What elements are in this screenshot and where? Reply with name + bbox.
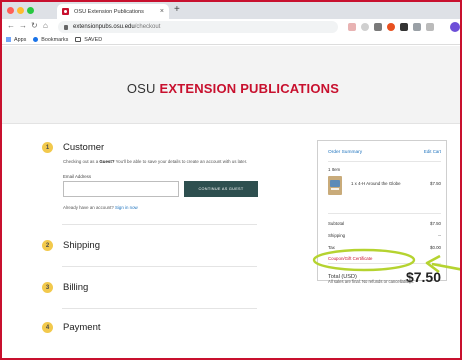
email-field[interactable] [63,181,179,197]
guest-note-suffix: You'll be able to save your details to c… [114,159,248,164]
extension-icon-2[interactable] [387,23,395,31]
browser-toolbar: ← → ↻ ⌂ extensionpubs.osu.edu /checkout [2,19,460,35]
step-payment-label: Payment [63,322,101,333]
back-icon[interactable]: ← [7,21,15,30]
tab-title: OSU Extension Publications [74,8,144,15]
step-customer: 1 Customer [42,142,104,153]
extension-icon-5[interactable] [426,23,434,31]
app-frame: OSU Extension Publications × + ← → ↻ ⌂ e… [0,0,462,360]
step-number-badge: 3 [42,282,53,293]
email-label: Email Address [63,174,92,179]
star-icon[interactable] [361,23,369,31]
minimize-window-icon[interactable] [17,7,24,14]
site-title-brand: EXTENSION PUBLICATIONS [159,81,340,96]
item-name: 1 x 4-H Around the Globe [351,181,401,186]
url-host: extensionpubs.osu.edu [73,24,135,30]
order-summary-panel: Order Summary Edit Cart 1 Item 1 x 4-H A… [317,140,447,285]
bookmark-saved-label: SAVED [84,36,103,43]
extension-icon-3[interactable] [400,23,408,31]
bookmarks-bar: Apps Bookmarks SAVED [2,35,460,45]
tax-label: Tax [328,245,335,250]
site-title[interactable]: OSU EXTENSION PUBLICATIONS [2,81,460,96]
step-shipping-label: Shipping [63,240,100,251]
sign-in-prefix: Already have an account? [63,205,115,210]
extension-icon-4[interactable] [413,23,421,31]
subtotal-label: Subtotal [328,221,345,226]
step-shipping[interactable]: 2 Shipping [42,240,100,251]
shipping-label: Shipping [328,233,346,238]
step-customer-label: Customer [63,142,105,153]
summary-divider [328,213,441,214]
forward-icon[interactable]: → [19,21,27,30]
translate-icon[interactable] [348,23,356,31]
bookmark-bookmarks-label: Bookmarks [41,36,69,43]
maximize-window-icon[interactable] [27,7,34,14]
step-divider [62,308,257,309]
step-number-badge: 2 [42,240,53,251]
browser-tab-strip: OSU Extension Publications × + [2,2,460,19]
reload-icon[interactable]: ↻ [31,21,38,30]
shipping-row: Shipping -- [328,233,441,238]
order-summary-title: Order Summary [328,150,363,155]
subtotal-row: Subtotal $7.50 [328,221,441,226]
bookmark-saved[interactable]: SAVED [75,37,102,43]
step-number-badge: 1 [42,142,53,153]
bookmark-bookmarks[interactable]: Bookmarks [33,37,68,43]
bookmark-icon [33,37,39,42]
step-payment[interactable]: 4 Payment [42,322,101,333]
item-price: $7.50 [430,181,441,186]
step-billing[interactable]: 3 Billing [42,282,88,293]
continue-as-guest-button[interactable]: CONTINUE AS GUEST [184,181,258,197]
browser-tab[interactable]: OSU Extension Publications × [57,4,169,19]
home-icon[interactable]: ⌂ [43,21,48,30]
coupon-gift-certificate-link[interactable]: Coupon/Gift Certificate [328,256,372,261]
address-bar[interactable]: extensionpubs.osu.edu /checkout [58,21,338,33]
tax-row: Tax $0.00 [328,245,441,250]
step-divider [62,266,257,267]
summary-divider [328,161,441,162]
item-count: 1 Item [328,167,341,172]
tab-close-icon[interactable]: × [160,8,164,15]
tax-value: $0.00 [430,245,441,250]
apps-grid-icon [6,37,11,42]
shipping-value: -- [438,233,441,238]
new-tab-icon[interactable]: + [174,4,180,15]
bookmark-apps[interactable]: Apps [6,37,26,43]
lock-icon [64,24,68,30]
guest-checkout-note: Checking out as a Guest? You'll be able … [63,159,247,164]
refund-policy-note: All sales are final. No refunds or cance… [328,279,414,284]
step-number-badge: 4 [42,322,53,333]
product-thumbnail [328,176,342,195]
extension-icon[interactable] [374,23,382,31]
step-billing-label: Billing [63,282,89,293]
item-count-row: 1 Item [328,167,441,172]
edit-cart-link[interactable]: Edit Cart [424,149,441,154]
order-summary-header: Order Summary Edit Cart [328,149,441,155]
guest-note-prefix: Checking out as a [63,159,100,164]
guest-note-bold: Guest? [99,159,115,164]
subtotal-value: $7.50 [430,221,441,226]
folder-icon [75,37,82,42]
bookmark-apps-label: Apps [14,36,27,43]
sign-in-link[interactable]: Sign in now [115,205,138,210]
summary-divider [328,263,441,264]
profile-avatar[interactable] [450,22,460,32]
step-divider [62,224,257,225]
site-header: OSU EXTENSION PUBLICATIONS [2,46,460,124]
sign-in-note: Already have an account? Sign in now [63,205,138,210]
close-window-icon[interactable] [7,7,14,14]
url-path: /checkout [134,24,161,30]
favicon-icon [62,8,69,15]
site-title-prefix: OSU [126,81,160,96]
